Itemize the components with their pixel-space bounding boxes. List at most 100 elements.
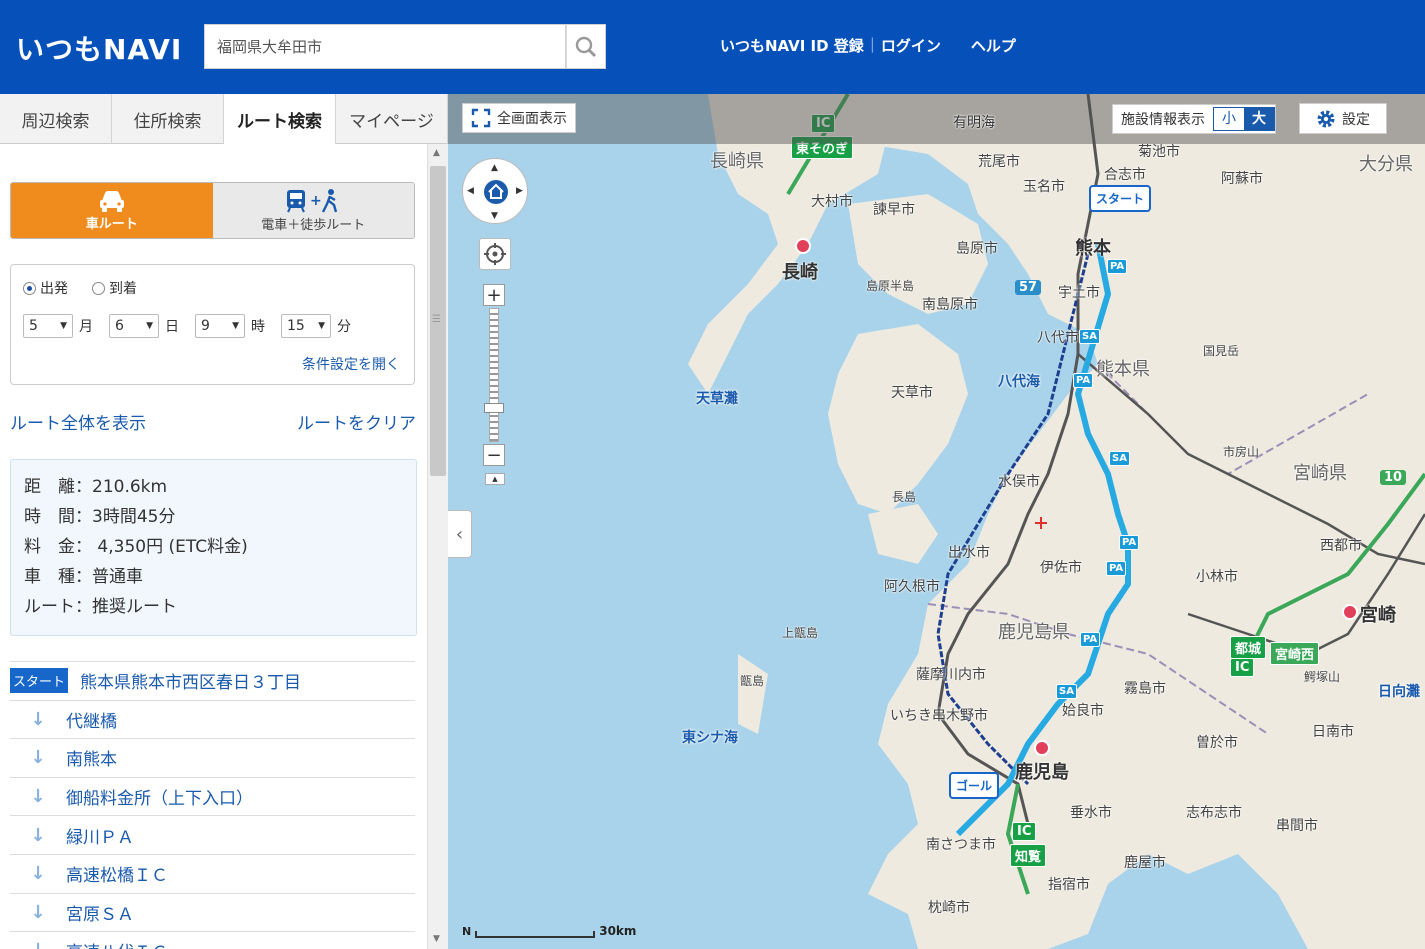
divider: |: [869, 35, 875, 53]
dropdown-arrow-icon: ▼: [318, 321, 325, 331]
tab-address[interactable]: 住所検索: [112, 94, 224, 144]
car-route-label: 車ルート: [85, 217, 138, 232]
map-label: 宇土市: [1058, 285, 1100, 301]
map-label: 荒尾市: [978, 154, 1020, 170]
tab-route[interactable]: ルート検索: [224, 94, 336, 145]
step-item[interactable]: ↓ 高速松橋ＩＣ: [10, 853, 415, 893]
zoom-slider[interactable]: [489, 308, 499, 442]
map-label: 日向灘: [1378, 684, 1420, 700]
header-links: いつもNAVI ID 登録 | ログイン ヘルプ: [720, 35, 1016, 56]
train-walk-icon: +: [287, 189, 338, 213]
route-number-57: 57: [1015, 280, 1042, 295]
scroll-up-icon[interactable]: ▲: [433, 148, 440, 158]
step-item[interactable]: ↓ 南熊本: [10, 738, 415, 777]
arrive-radio[interactable]: 到着: [92, 278, 137, 298]
car-route-tab[interactable]: 車ルート: [11, 183, 213, 238]
map-label: 薩摩川内市: [916, 667, 986, 683]
ic-badge: IC: [1012, 822, 1037, 841]
map-label: 南さつま市: [926, 837, 996, 853]
pan-right-icon[interactable]: ▶: [516, 186, 523, 196]
map-view[interactable]: 長崎県 大分県 熊本県 宮崎県 鹿児島県 長崎 宮崎 鹿児島 熊本 天草灘 八代…: [448, 94, 1425, 949]
hour-select[interactable]: 9 ▼: [195, 314, 245, 338]
collapse-sidebar-button[interactable]: ‹: [448, 510, 472, 558]
down-arrow-icon: ↓: [30, 824, 46, 846]
summary-route-type: ルート：推奨ルート: [24, 597, 177, 617]
login-link[interactable]: ログイン: [881, 35, 941, 56]
map-label: 熊本県: [1096, 359, 1150, 380]
goal-pin[interactable]: ゴール: [949, 772, 1000, 799]
map-label: 曽於市: [1196, 735, 1238, 751]
map-label: 伊佐市: [1040, 560, 1082, 576]
minute-select[interactable]: 15 ▼: [281, 314, 331, 338]
map-label: 長崎: [782, 262, 818, 283]
step-start[interactable]: スタート 熊本県熊本市西区春日３丁目: [10, 661, 415, 700]
down-arrow-icon: ↓: [30, 786, 46, 808]
zoom-reset-icon[interactable]: ▲: [485, 473, 505, 485]
map-label: 南島原市: [922, 297, 978, 313]
fullscreen-button[interactable]: 全画面表示: [462, 103, 576, 133]
pan-up-icon[interactable]: ▲: [491, 163, 498, 173]
map-scale: N 30km: [462, 924, 637, 938]
chevron-left-icon: ‹: [455, 523, 464, 545]
amakusa-land: [828, 324, 968, 514]
search-input[interactable]: [205, 25, 565, 68]
pan-down-icon[interactable]: ▼: [491, 211, 498, 221]
start-pin[interactable]: スタート: [1089, 185, 1152, 212]
zoom-slider-handle[interactable]: [484, 403, 504, 413]
map-label: 八代市: [1037, 330, 1079, 346]
size-large-button[interactable]: 大: [1244, 108, 1274, 130]
search-box[interactable]: [204, 24, 566, 69]
train-route-label: 電車＋徒歩ルート: [261, 218, 366, 233]
search-icon: [575, 36, 597, 57]
home-icon[interactable]: [484, 180, 508, 204]
map-label: 天草灘: [696, 391, 738, 407]
site-logo[interactable]: いつもNAVI: [16, 28, 182, 68]
depart-radio[interactable]: 出発: [23, 278, 68, 298]
north-icon: N: [462, 925, 472, 938]
step-item[interactable]: ↓ 代継橋: [10, 699, 415, 739]
search-button[interactable]: [566, 24, 606, 69]
train-route-tab[interactable]: + 電車＋徒歩ルート: [212, 183, 414, 238]
step-item[interactable]: ↓高速八代ＩＣ: [10, 931, 415, 949]
pan-control[interactable]: ▲ ▼ ◀ ▶: [462, 158, 528, 224]
current-location-button[interactable]: [479, 238, 511, 270]
clear-route-link[interactable]: ルートをクリア: [297, 409, 416, 434]
step-item[interactable]: ↓ 御船料金所（上下入口）: [10, 776, 415, 816]
settings-button[interactable]: 設定: [1299, 103, 1387, 134]
step-item[interactable]: ↓ 宮原ＳＡ: [10, 892, 415, 932]
grip-icon: ☰: [432, 314, 441, 325]
pan-left-icon[interactable]: ◀: [467, 186, 474, 196]
dropdown-arrow-icon: ▼: [60, 321, 67, 331]
show-whole-route-link[interactable]: ルート全体を表示: [10, 414, 146, 434]
open-conditions-link[interactable]: 条件設定を開く: [302, 354, 400, 374]
koshiki-land: [738, 654, 768, 734]
sa-badge: SA: [1056, 684, 1077, 699]
day-select[interactable]: 6 ▼: [109, 314, 159, 338]
nagashima-land: [868, 504, 938, 564]
map-label: 霧島市: [1124, 681, 1166, 697]
map-label: 水俣市: [998, 474, 1040, 490]
month-select[interactable]: 5 ▼: [23, 314, 73, 338]
step-item[interactable]: ↓ 緑川ＰＡ: [10, 815, 415, 854]
map-label: 鹿屋市: [1124, 855, 1166, 871]
sidebar-scrollbar[interactable]: ▲ ☰ ▼: [427, 144, 448, 949]
zoom-in-button[interactable]: +: [483, 284, 505, 306]
zoom-out-button[interactable]: −: [483, 444, 505, 466]
summary-fee: 料 金： 4,350円 (ETC料金): [24, 537, 248, 557]
scroll-down-icon[interactable]: ▼: [433, 934, 440, 944]
map-label: 市房山: [1223, 445, 1260, 459]
down-arrow-icon: ↓: [30, 863, 46, 885]
map-label: 甑島: [740, 674, 765, 688]
map-label: 指宿市: [1048, 877, 1090, 893]
register-link[interactable]: いつもNAVI ID 登録: [720, 35, 864, 56]
map-label: 阿蘇市: [1221, 171, 1263, 187]
tab-nearby[interactable]: 周辺検索: [0, 94, 112, 144]
sa-badge: SA: [1079, 329, 1100, 344]
sidebar-tabs: 周辺検索 住所検索 ルート検索 マイページ: [0, 94, 448, 145]
map-label: 宮崎: [1360, 605, 1396, 626]
sidebar: 車ルート + 電車＋徒歩ルート 出発 到着 5 ▼ 月 6 ▼ 日 9 ▼ 時 …: [0, 144, 427, 949]
tab-mypage[interactable]: マイページ: [336, 94, 448, 144]
map-label: 姶良市: [1062, 703, 1104, 719]
size-small-button[interactable]: 小: [1214, 108, 1244, 130]
help-link[interactable]: ヘルプ: [971, 35, 1016, 56]
